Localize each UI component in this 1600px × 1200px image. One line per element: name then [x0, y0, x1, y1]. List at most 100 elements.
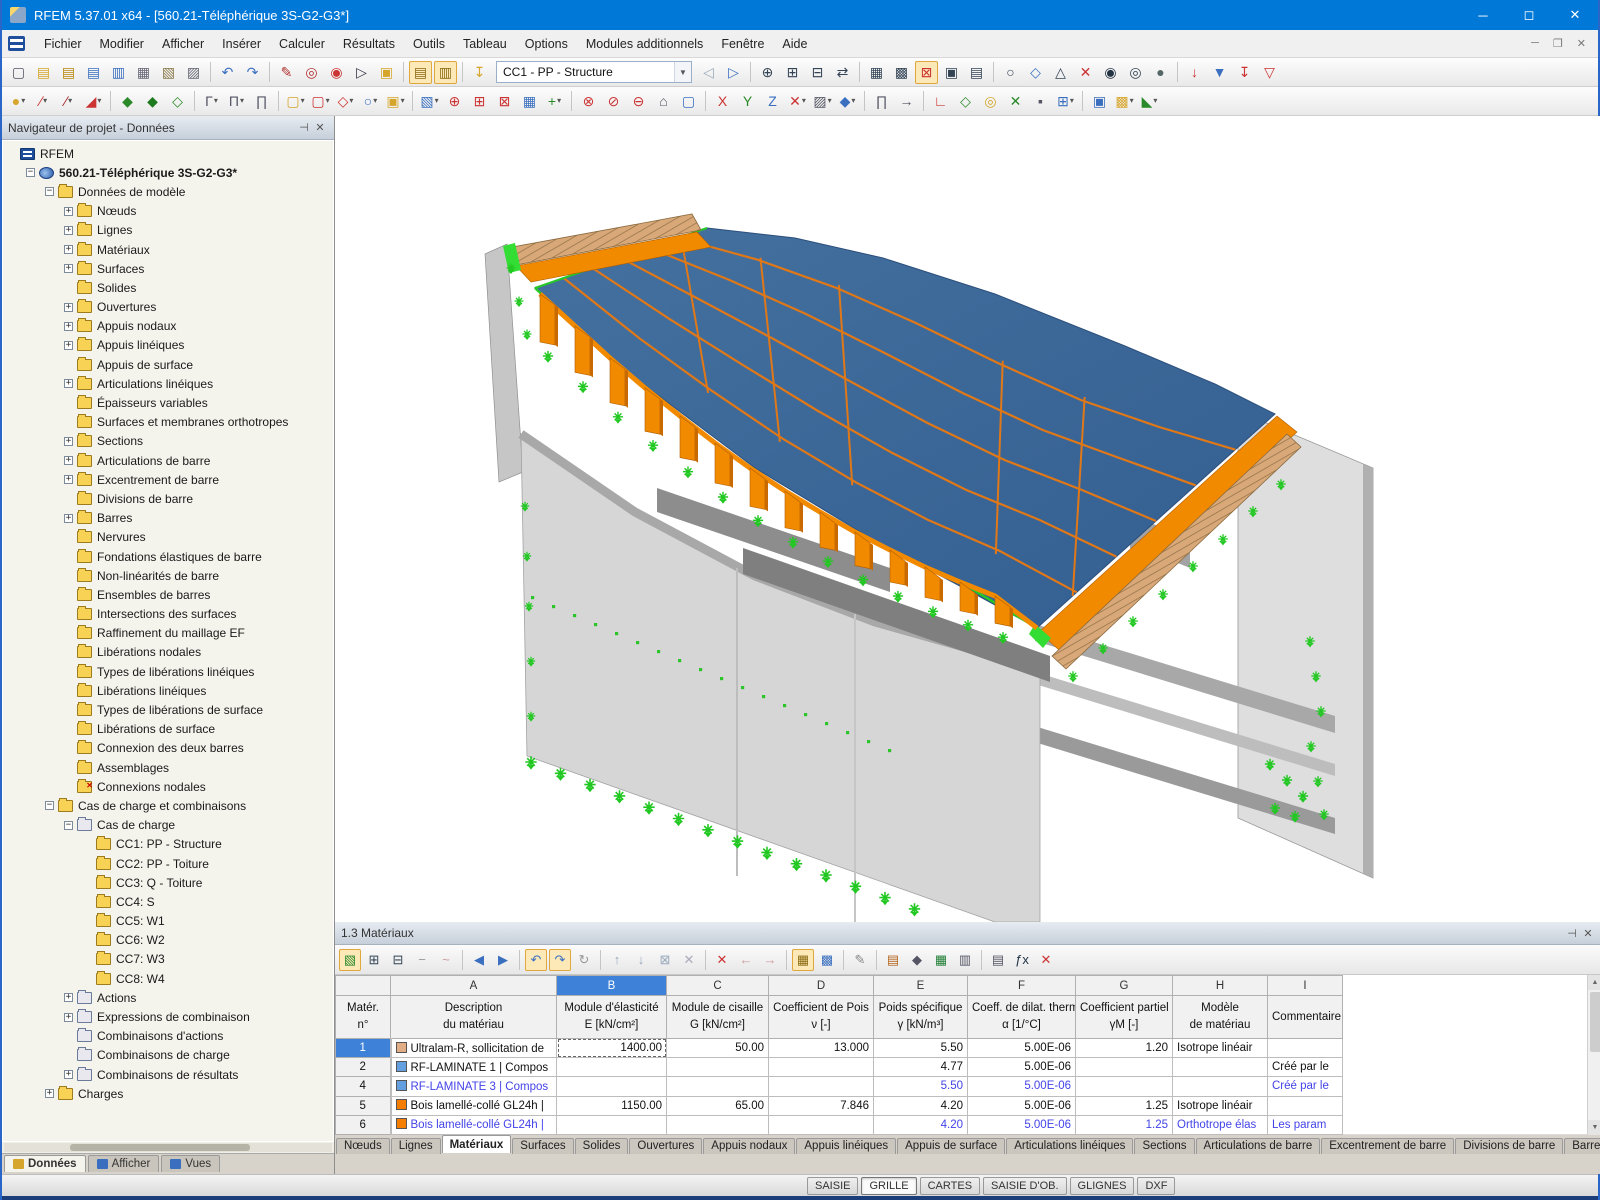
tree-item-articulations-lin-iques[interactable]: +Articulations linéiques	[7, 374, 333, 393]
node-grid-icon[interactable]: ⊞	[468, 90, 491, 113]
cell-desc[interactable]: Bois lamellé-collé GL24h |	[391, 1115, 557, 1134]
filter-off-icon[interactable]: ✕	[1035, 949, 1057, 971]
row-split-icon[interactable]: −	[411, 949, 433, 971]
print-icon[interactable]: ▦	[132, 61, 155, 84]
tree-item-cas-de-charge[interactable]: −Cas de charge	[7, 816, 333, 835]
open-project-icon[interactable]: ▤	[82, 61, 105, 84]
new-file-icon[interactable]: ▢	[7, 61, 30, 84]
tree-item-cc6-w2[interactable]: CC6: W2	[7, 931, 333, 950]
cell-nu[interactable]	[769, 1058, 874, 1077]
pick-icon[interactable]: ▷	[350, 61, 373, 84]
mesh-icon[interactable]: ⊟	[806, 61, 829, 84]
scroll-thumb[interactable]	[1590, 992, 1600, 1052]
expand-icon[interactable]: +	[64, 1013, 73, 1022]
node-del-icon[interactable]: ⊠	[493, 90, 516, 113]
tree-item-cc1-pp-structure[interactable]: CC1: PP - Structure	[7, 835, 333, 854]
expand-icon[interactable]: +	[45, 1089, 54, 1098]
workplane-icon[interactable]: ⊠	[915, 61, 938, 84]
expand-icon[interactable]: +	[64, 341, 73, 350]
header-col-E[interactable]: Poids spécifiqueγ [kN/m³]	[874, 996, 968, 1039]
table-tab-barres[interactable]: Barres	[1564, 1138, 1600, 1154]
material-row-5[interactable]: 5Bois lamellé-collé GL24h |1150.0065.007…	[336, 1096, 1343, 1115]
cell-gamma[interactable]: 4.20	[874, 1115, 968, 1134]
cell-e[interactable]	[557, 1115, 667, 1134]
undo-icon[interactable]: ↶	[216, 61, 239, 84]
row-delete-icon[interactable]: ⊟	[387, 949, 409, 971]
goto-icon[interactable]: →	[895, 90, 918, 113]
chart-icon[interactable]: ~	[435, 949, 457, 971]
tree-item-mat-riaux[interactable]: +Matériaux	[7, 240, 333, 259]
history-icon[interactable]: ∏	[870, 90, 893, 113]
row-number[interactable]: 1	[336, 1038, 391, 1057]
material-row-1[interactable]: 1Ultralam-R, sollicitation de1400.0050.0…	[336, 1038, 1343, 1057]
cell-e[interactable]: 1150.00	[557, 1096, 667, 1115]
visibility-icon[interactable]: ▣	[1088, 90, 1111, 113]
cell-comment[interactable]: Créé par le	[1268, 1058, 1343, 1077]
menu-options[interactable]: Options	[516, 33, 577, 55]
tree-item-expressions-de-combinaison[interactable]: +Expressions de combinaison	[7, 1007, 333, 1026]
cell-gamma[interactable]: 5.50	[874, 1038, 968, 1057]
pin-icon[interactable]: ⊣	[296, 121, 312, 134]
render-mode-icon[interactable]: ▩▾	[1113, 90, 1136, 113]
refresh-icon[interactable]: ↻	[573, 949, 595, 971]
numbering-icon[interactable]: ⊞	[781, 61, 804, 84]
cell-g[interactable]	[667, 1115, 769, 1134]
cell-desc[interactable]: RF-LAMINATE 1 | Compos	[391, 1058, 557, 1077]
cell-gm[interactable]	[1076, 1077, 1173, 1096]
navigator-tab-vues[interactable]: Vues	[161, 1155, 220, 1172]
extrude-icon[interactable]: ▢	[677, 90, 700, 113]
cell-g[interactable]	[667, 1058, 769, 1077]
table-tab-ouvertures[interactable]: Ouvertures	[629, 1138, 702, 1154]
table-dock-icon[interactable]: ▥	[434, 61, 457, 84]
delete-rows-icon[interactable]: ✕	[711, 949, 733, 971]
table-tab-divisions-de-barre[interactable]: Divisions de barre	[1455, 1138, 1563, 1154]
table-tab-n-uds[interactable]: Nœuds	[336, 1138, 390, 1154]
info-icon[interactable]: ◉	[1099, 61, 1122, 84]
header-mater-no[interactable]: Matér.n°	[336, 996, 391, 1039]
excel-icon[interactable]: ▦	[930, 949, 952, 971]
tree-item-nervures[interactable]: Nervures	[7, 528, 333, 547]
table-tab-solides[interactable]: Solides	[575, 1138, 629, 1154]
scroll-up-icon[interactable]: ▲	[1588, 975, 1600, 990]
row-number[interactable]: 2	[336, 1058, 391, 1077]
expand-icon[interactable]: +	[64, 514, 73, 523]
table-tab-appuis-lin-iques[interactable]: Appuis linéiques	[796, 1138, 896, 1154]
col-right-icon[interactable]: ▶	[492, 949, 514, 971]
tree-item-raffinement-du-maillage-ef[interactable]: Raffinement du maillage EF	[7, 624, 333, 643]
cell-alpha[interactable]: 5.00E-06	[968, 1058, 1076, 1077]
table-edit-icon[interactable]: ▧	[339, 949, 361, 971]
expand-icon[interactable]: +	[64, 437, 73, 446]
open-model-icon[interactable]: ▤	[57, 61, 80, 84]
collapse-icon[interactable]: −	[26, 168, 35, 177]
cell-gm[interactable]: 1.25	[1076, 1115, 1173, 1134]
row-number[interactable]: 4	[336, 1077, 391, 1096]
tree-item-cc4-s[interactable]: CC4: S	[7, 892, 333, 911]
fx-icon[interactable]: ƒx	[1011, 949, 1033, 971]
tree-item-cc8-w4[interactable]: CC8: W4	[7, 969, 333, 988]
tree-item-donn-es-de-mod-le[interactable]: −Données de modèle	[7, 182, 333, 201]
row-insert-icon[interactable]: ⊞	[363, 949, 385, 971]
rotate-icon[interactable]: ○	[999, 61, 1022, 84]
expand-icon[interactable]: +	[64, 379, 73, 388]
plane-yz-icon[interactable]: ▤	[965, 61, 988, 84]
cell-nu[interactable]: 7.846	[769, 1096, 874, 1115]
preview-icon[interactable]: ▨	[182, 61, 205, 84]
table-tab-lignes[interactable]: Lignes	[391, 1138, 441, 1154]
tree-item-fondations-lastiques-de-barre[interactable]: Fondations élastiques de barre	[7, 547, 333, 566]
load-exp-icon[interactable]: ▽	[1258, 61, 1281, 84]
grid-icon[interactable]: ▦	[865, 61, 888, 84]
surface-icon[interactable]: ▢▾	[284, 90, 307, 113]
tree-item-lib-rations-lin-iques[interactable]: Libérations linéiques	[7, 681, 333, 700]
opening-icon[interactable]: ▢▾	[309, 90, 332, 113]
tree-item-charges[interactable]: +Charges	[7, 1084, 333, 1103]
column-letter-D[interactable]: D	[769, 976, 874, 996]
navigator-hscrollbar[interactable]	[4, 1143, 332, 1152]
status-toggle-cartes[interactable]: CARTES	[920, 1177, 980, 1195]
collapse-icon[interactable]: −	[45, 187, 54, 196]
table-tab-articulations-lin-iques[interactable]: Articulations linéiques	[1006, 1138, 1133, 1154]
tree-item-barres[interactable]: +Barres	[7, 509, 333, 528]
polyline-icon[interactable]: ∕▾	[57, 90, 80, 113]
column-letter-E[interactable]: E	[874, 976, 968, 996]
measure-icon[interactable]: ◎	[1124, 61, 1147, 84]
print-table-icon[interactable]: ▤	[987, 949, 1009, 971]
